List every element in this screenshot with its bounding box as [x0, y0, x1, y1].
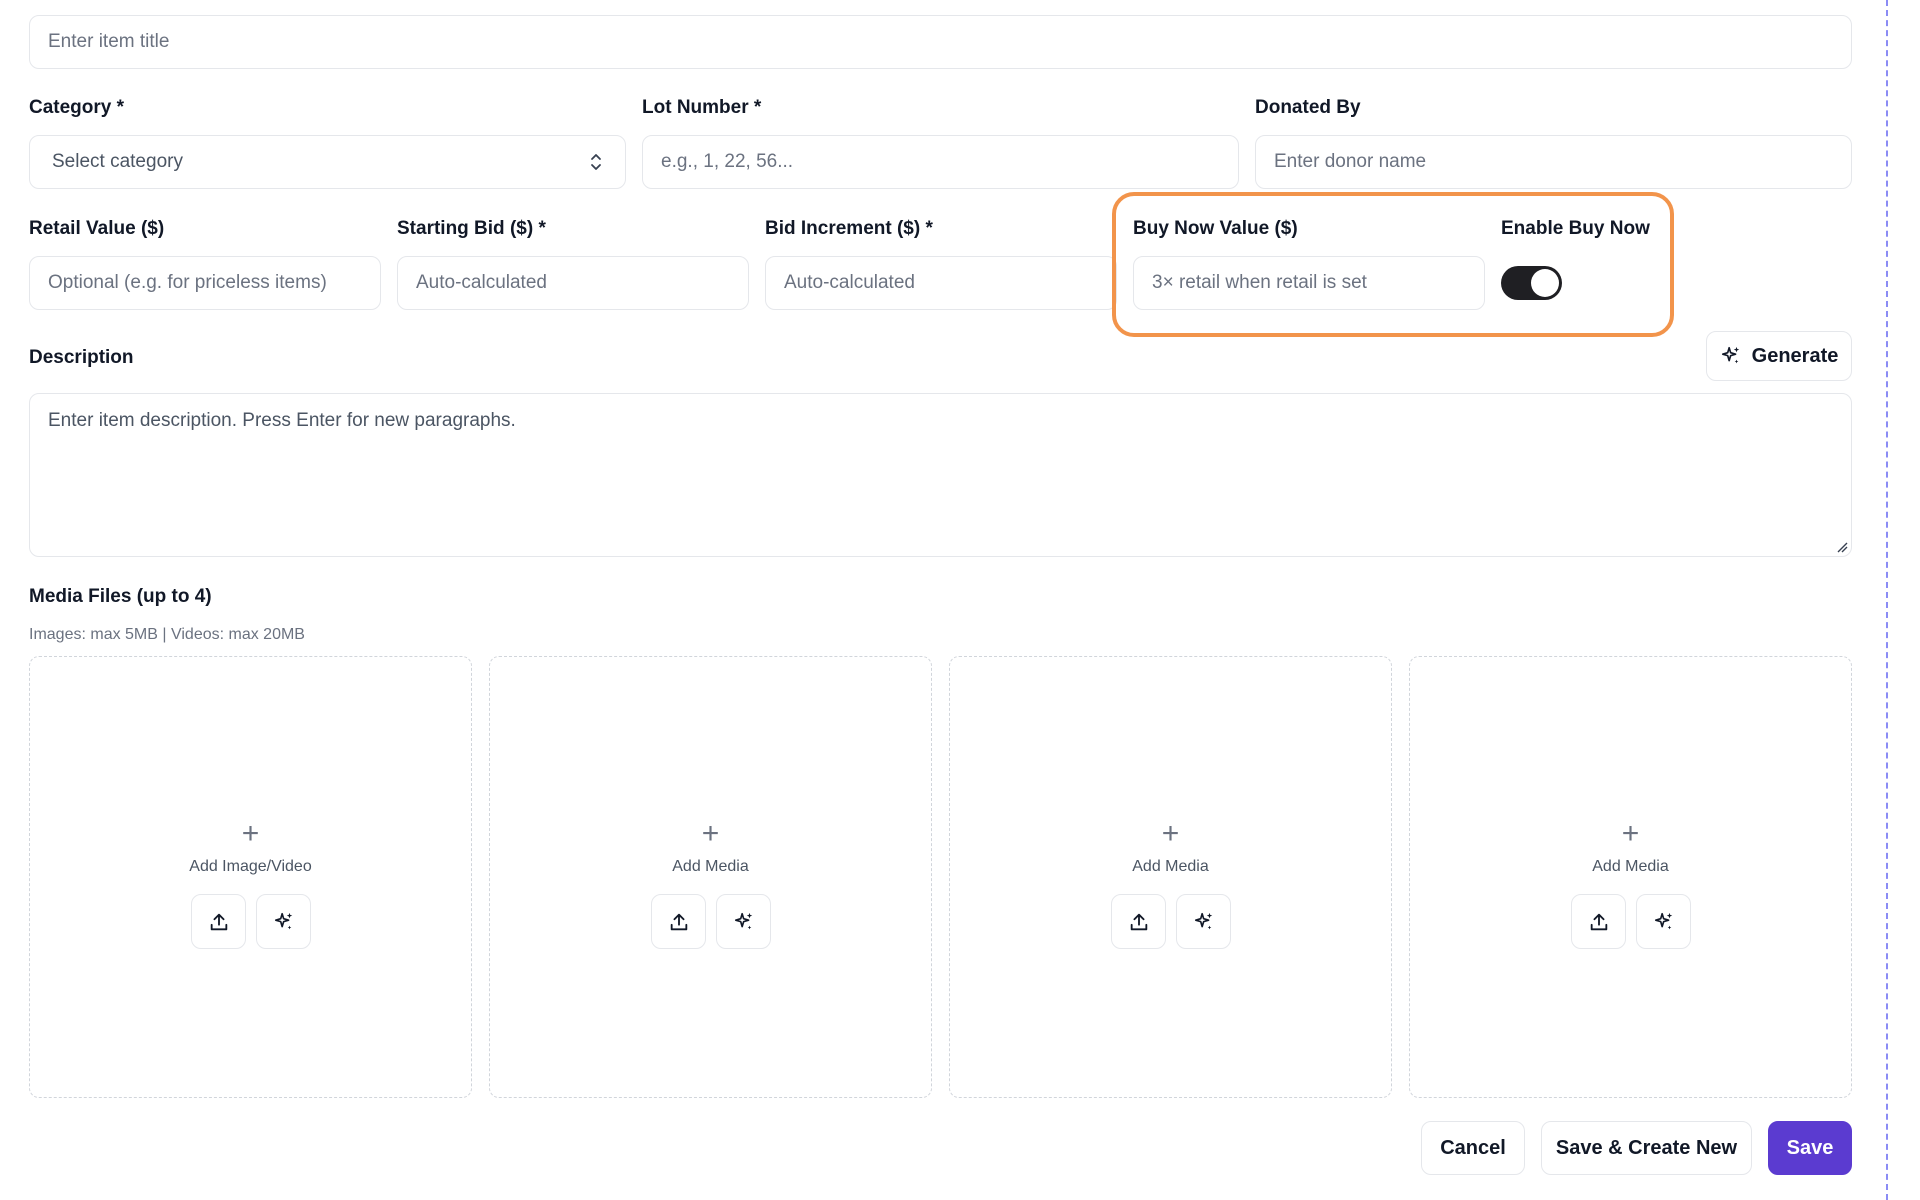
- donated-by-label: Donated By: [1255, 97, 1361, 118]
- sparkles-icon: [1194, 912, 1212, 929]
- media-files-hint: Images: max 5MB | Videos: max 20MB: [29, 626, 305, 643]
- media-slot-label: Add Image/Video: [189, 858, 312, 875]
- upload-icon: [1130, 913, 1147, 930]
- upload-button[interactable]: [191, 894, 246, 949]
- generate-button-label: Generate: [1751, 344, 1839, 367]
- cancel-button[interactable]: Cancel: [1421, 1121, 1525, 1175]
- bid-increment-input[interactable]: [765, 256, 1117, 310]
- description-textarea[interactable]: Enter item description. Press Enter for …: [29, 393, 1852, 557]
- upload-icon: [670, 913, 687, 930]
- resize-handle-icon[interactable]: [1836, 541, 1848, 553]
- plus-icon: +: [701, 817, 720, 850]
- media-slot[interactable]: + Add Media: [1409, 656, 1852, 1098]
- buy-now-value-label: Buy Now Value ($): [1133, 218, 1298, 239]
- buy-now-value-input[interactable]: [1133, 256, 1485, 310]
- media-slot[interactable]: + Add Media: [949, 656, 1392, 1098]
- description-placeholder: Enter item description. Press Enter for …: [48, 410, 516, 431]
- ai-generate-media-button[interactable]: [716, 894, 771, 949]
- description-label: Description: [29, 347, 134, 368]
- upload-icon: [210, 913, 227, 930]
- sparkles-icon: [1721, 346, 1739, 364]
- retail-value-input[interactable]: [29, 256, 381, 310]
- media-slot[interactable]: + Add Media: [489, 656, 932, 1098]
- category-label: Category *: [29, 97, 125, 118]
- ai-generate-media-button[interactable]: [1176, 894, 1231, 949]
- sparkles-icon: [1654, 912, 1672, 929]
- upload-button[interactable]: [1111, 894, 1166, 949]
- dashed-divider: [1886, 0, 1888, 1200]
- media-slot[interactable]: + Add Image/Video: [29, 656, 472, 1098]
- media-files-label: Media Files (up to 4): [29, 586, 212, 607]
- ai-generate-media-button[interactable]: [1636, 894, 1691, 949]
- enable-buy-now-label: Enable Buy Now: [1501, 218, 1650, 239]
- enable-buy-now-toggle[interactable]: [1501, 266, 1562, 300]
- media-slot-label: Add Media: [672, 858, 749, 875]
- sparkles-icon: [734, 912, 752, 929]
- upload-button[interactable]: [1571, 894, 1626, 949]
- plus-icon: +: [241, 817, 260, 850]
- category-select[interactable]: Select category: [29, 135, 626, 189]
- starting-bid-input[interactable]: [397, 256, 749, 310]
- starting-bid-label: Starting Bid ($) *: [397, 218, 546, 239]
- chevron-up-down-icon: [591, 154, 601, 170]
- retail-value-label: Retail Value ($): [29, 218, 165, 239]
- category-select-value: Select category: [52, 151, 183, 172]
- bid-increment-label: Bid Increment ($) *: [765, 218, 933, 239]
- media-slot-label: Add Media: [1132, 858, 1209, 875]
- upload-icon: [1590, 913, 1607, 930]
- media-slot-label: Add Media: [1592, 858, 1669, 875]
- plus-icon: +: [1621, 817, 1640, 850]
- generate-button[interactable]: Generate: [1706, 331, 1852, 381]
- ai-generate-media-button[interactable]: [256, 894, 311, 949]
- lot-number-input[interactable]: [642, 135, 1239, 189]
- toggle-knob: [1531, 269, 1559, 297]
- item-title-input[interactable]: [29, 15, 1852, 69]
- save-and-create-new-button[interactable]: Save & Create New: [1541, 1121, 1752, 1175]
- lot-number-label: Lot Number *: [642, 97, 762, 118]
- plus-icon: +: [1161, 817, 1180, 850]
- sparkles-icon: [274, 912, 292, 929]
- donated-by-input[interactable]: [1255, 135, 1852, 189]
- save-button[interactable]: Save: [1768, 1121, 1852, 1175]
- upload-button[interactable]: [651, 894, 706, 949]
